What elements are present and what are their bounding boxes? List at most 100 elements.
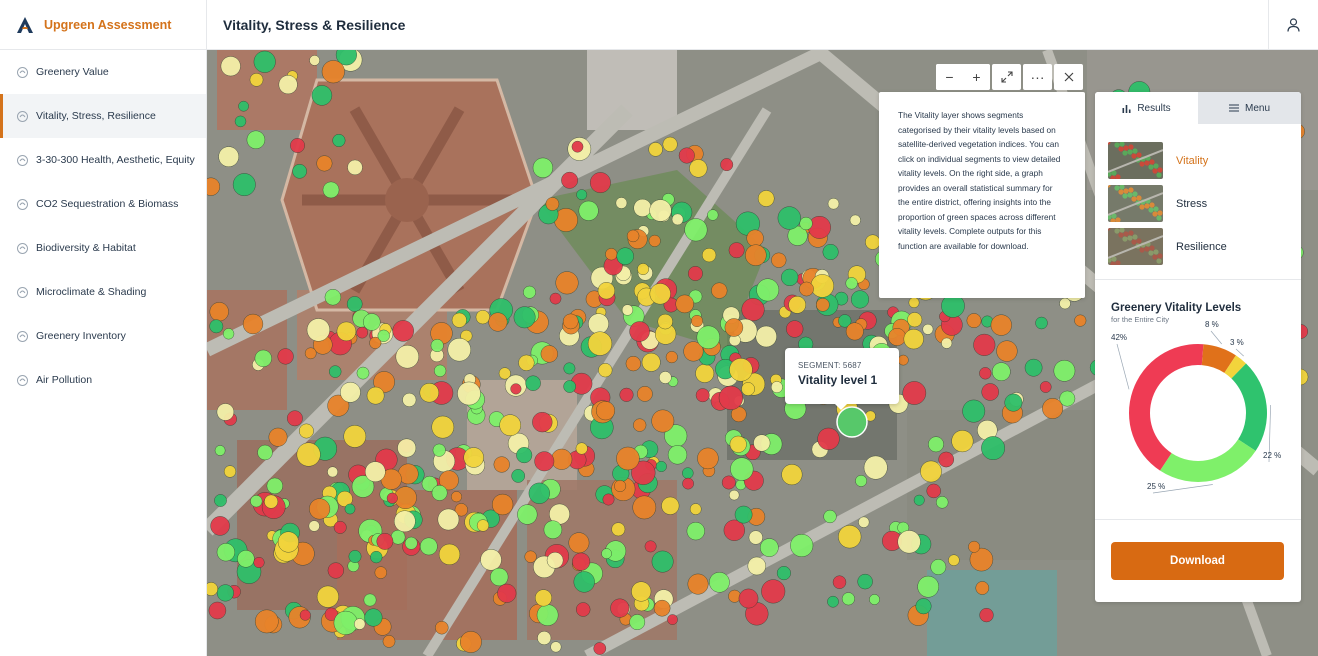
tab-results[interactable]: Results (1095, 92, 1198, 124)
vitality-donut-chart: 42% 8 % 3 % 22 % 25 % (1111, 320, 1281, 494)
vegetation-segment-575 (220, 56, 241, 77)
vegetation-segment-216 (922, 323, 934, 335)
vegetation-segment-240 (523, 285, 536, 299)
vegetation-segment-483 (1053, 359, 1076, 382)
map-view[interactable]: − + ··· The Vitality layer shows segment… (207, 50, 1318, 656)
sidebar-item-label: Greenery Inventory (36, 330, 126, 342)
vegetation-segment-217 (644, 540, 657, 553)
vegetation-segment-687 (253, 557, 265, 569)
vegetation-segment-144 (709, 572, 730, 593)
layer-option-1[interactable]: Stress (1108, 182, 1288, 225)
vegetation-segment-116 (667, 614, 678, 625)
map-toolbar: − + ··· (936, 64, 1083, 90)
vegetation-segment-220 (897, 530, 921, 554)
vegetation-segment-669 (845, 277, 858, 290)
vegetation-segment-31 (545, 197, 560, 211)
vegetation-segment-196 (913, 494, 925, 506)
vegetation-segment-469 (490, 567, 509, 587)
layer-option-2[interactable]: Resilience (1108, 225, 1288, 268)
vegetation-segment-253 (691, 315, 704, 328)
vegetation-segment-357 (434, 364, 447, 377)
sidebar-item-3[interactable]: CO2 Sequestration & Biomass (0, 182, 206, 226)
vegetation-segment-683 (216, 584, 234, 602)
vegetation-segment-201 (741, 382, 755, 396)
brand[interactable]: Upgreen Assessment (0, 0, 206, 50)
vegetation-segment-313 (356, 366, 370, 380)
zoom-out-button[interactable]: − (936, 64, 963, 90)
vegetation-segment-170 (920, 460, 942, 483)
biodiversity-icon (16, 242, 29, 255)
vegetation-segment-416 (611, 522, 626, 537)
sidebar-item-6[interactable]: Greenery Inventory (0, 314, 206, 358)
vegetation-segment-322 (641, 352, 661, 372)
vegetation-segment-448 (610, 598, 630, 618)
vegetation-segment-470 (497, 583, 517, 603)
vegetation-segment-190 (771, 381, 783, 393)
sidebar-item-label: CO2 Sequestration & Biomass (36, 198, 179, 210)
donut-slice-4[interactable] (1160, 439, 1256, 482)
vegetation-segment-342 (223, 328, 235, 340)
vegetation-segment-337 (513, 306, 536, 329)
vegetation-segment-176 (869, 594, 880, 605)
vegetation-segment-386 (402, 392, 417, 407)
vegetation-segment-309 (657, 313, 673, 330)
vegetation-segment-442 (480, 549, 502, 571)
vegetation-segment-366 (431, 415, 455, 439)
vegetation-segment-225 (948, 554, 960, 566)
vegetation-segment-113 (817, 427, 840, 450)
donut-leader-line-2 (1235, 348, 1244, 357)
vegetation-segment-478 (459, 631, 482, 653)
vegetation-segment-155 (665, 351, 678, 364)
vegetation-segment-677 (816, 297, 830, 312)
zoom-in-button[interactable]: + (963, 64, 990, 90)
user-icon (1287, 18, 1300, 32)
donut-label-4: 25 % (1147, 482, 1165, 491)
sidebar-item-2[interactable]: 3-30-300 Health, Aesthetic, Equity (0, 138, 206, 182)
donut-slice-3[interactable] (1231, 363, 1267, 451)
vegetation-segment-61 (771, 252, 787, 268)
vegetation-segment-410 (543, 520, 563, 539)
sidebar-item-4[interactable]: Biodiversity & Habitat (0, 226, 206, 270)
vegetation-segment-423 (463, 447, 484, 468)
vegetation-segment-300 (682, 477, 694, 490)
vegetation-segment-195 (827, 595, 839, 608)
vegetation-segment-457 (593, 642, 607, 655)
vegetation-segment-107 (928, 436, 944, 453)
vegetation-segment-211 (532, 412, 553, 433)
vegetation-segment-367 (356, 326, 368, 339)
more-options-button[interactable]: ··· (1023, 64, 1052, 90)
vegetation-segment-57 (707, 209, 719, 221)
vegetation-segment-659 (810, 274, 834, 298)
vegetation-segment-296 (667, 445, 688, 465)
vegetation-segment-361 (363, 313, 381, 331)
sidebar-item-5[interactable]: Microclimate & Shading (0, 270, 206, 314)
vegetation-segment-492 (996, 340, 1018, 362)
inventory-icon (16, 330, 29, 343)
vegetation-segment-237 (696, 325, 720, 349)
health-icon (16, 154, 29, 167)
donut-label-3: 22 % (1263, 451, 1281, 460)
user-profile-button[interactable] (1268, 0, 1318, 50)
vegetation-segment-285 (730, 457, 754, 481)
layer-option-0[interactable]: Vitality (1108, 139, 1288, 182)
sidebar-item-7[interactable]: Air Pollution (0, 358, 206, 402)
vegetation-segment-221 (568, 532, 590, 554)
vegetation-segment-200 (930, 559, 947, 575)
vegetation-segment-413 (516, 447, 533, 464)
vegetation-segment-36 (702, 248, 717, 263)
download-section: Download (1095, 520, 1301, 602)
donut-slice-0[interactable] (1129, 344, 1204, 471)
download-button[interactable]: Download (1111, 542, 1284, 580)
vegetation-segment-656 (799, 216, 813, 231)
vegetation-segment-219 (687, 573, 709, 595)
sidebar-item-1[interactable]: Vitality, Stress, Resilience (0, 94, 206, 138)
vegetation-segment-358 (340, 381, 361, 403)
vegetation-segment-210 (563, 380, 577, 393)
sidebar-item-0[interactable]: Greenery Value (0, 50, 206, 94)
vegetation-segment-90 (616, 247, 634, 265)
close-info-button[interactable] (1054, 64, 1083, 90)
vegetation-segment-675 (777, 206, 801, 230)
fullscreen-button[interactable] (992, 64, 1021, 90)
vegetation-segment-580 (309, 55, 320, 66)
tab-menu[interactable]: Menu (1198, 92, 1301, 124)
